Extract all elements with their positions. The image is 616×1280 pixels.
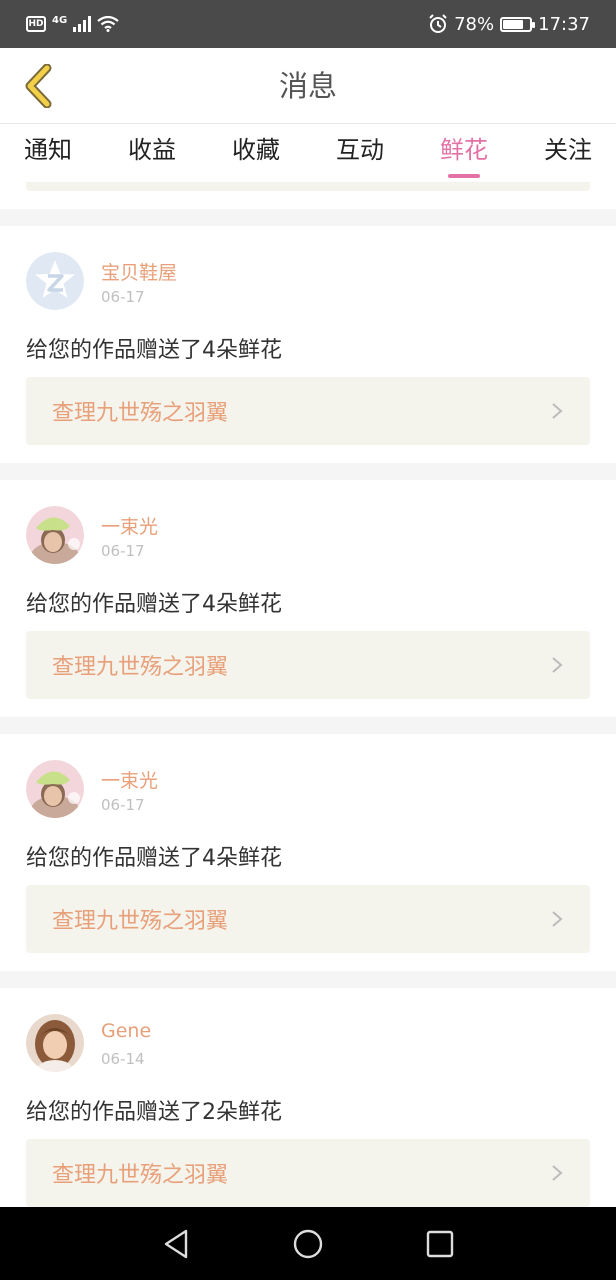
system-nav-bar [0, 1207, 616, 1280]
battery-level [503, 19, 523, 29]
message-date: 06-14 [101, 1050, 145, 1068]
message-date: 06-17 [101, 288, 145, 306]
book-link[interactable]: 查理九世殇之羽翼 [26, 1139, 590, 1207]
network-type: 4G [52, 14, 68, 26]
message-list[interactable]: 宝贝鞋屋 06-17 给您的作品赠送了4朵鲜花 查理九世殇之羽翼 一束光 06-… [0, 182, 616, 1207]
list-item-partial [0, 182, 616, 209]
sender-name[interactable]: 一束光 [101, 512, 158, 539]
status-bar: HD 4G 78% 17:37 [0, 0, 616, 48]
girl-green-hat-avatar[interactable] [26, 506, 84, 564]
tab-notice[interactable]: 通知 [24, 124, 72, 182]
wifi-icon [97, 16, 119, 32]
book-link-partial[interactable] [26, 182, 590, 191]
avatar-image [26, 1014, 84, 1072]
avatar-image [26, 252, 84, 310]
avatar-image [26, 506, 84, 564]
book-title: 查理九世殇之羽翼 [52, 401, 229, 426]
book-link[interactable]: 查理九世殇之羽翼 [26, 885, 590, 953]
chevron-right-icon [552, 657, 563, 673]
nav-back-button[interactable] [156, 1224, 196, 1264]
battery-percent: 78% [454, 13, 495, 35]
tab-favorites[interactable]: 收藏 [232, 124, 280, 182]
sender-name[interactable]: 宝贝鞋屋 [101, 258, 177, 285]
back-triangle-icon [164, 1229, 188, 1258]
list-item: Gene 06-14 给您的作品赠送了2朵鲜花 查理九世殇之羽翼 [0, 988, 616, 1207]
girl-green-hat-avatar[interactable] [26, 760, 84, 818]
book-link[interactable]: 查理九世殇之羽翼 [26, 377, 590, 445]
back-button[interactable] [14, 62, 62, 110]
message-date: 06-17 [101, 542, 145, 560]
hd-icon: HD [26, 16, 46, 32]
qq-default-avatar[interactable] [26, 252, 84, 310]
nav-recents-button[interactable] [420, 1224, 460, 1264]
book-title: 查理九世殇之羽翼 [52, 655, 229, 680]
chevron-right-icon [552, 911, 563, 927]
header: 消息 [0, 48, 616, 124]
list-item: 宝贝鞋屋 06-17 给您的作品赠送了4朵鲜花 查理九世殇之羽翼 [0, 226, 616, 463]
recents-square-icon [426, 1230, 454, 1257]
sender-name[interactable]: 一束光 [101, 766, 158, 793]
tab-bar: 通知 收益 收藏 互动 鲜花 关注 [0, 124, 616, 182]
message-text: 给您的作品赠送了2朵鲜花 [26, 1100, 282, 1125]
page-title: 消息 [278, 69, 337, 103]
book-title: 查理九世殇之羽翼 [52, 1163, 229, 1188]
message-text: 给您的作品赠送了4朵鲜花 [26, 592, 282, 617]
chevron-left-icon [25, 64, 52, 108]
status-left: HD 4G [26, 14, 119, 32]
message-text: 给您的作品赠送了4朵鲜花 [26, 846, 282, 871]
tab-interaction[interactable]: 互动 [336, 124, 384, 182]
tab-follow[interactable]: 关注 [544, 124, 592, 182]
sender-name[interactable]: Gene [101, 1020, 151, 1042]
list-item: 一束光 06-17 给您的作品赠送了4朵鲜花 查理九世殇之羽翼 [0, 734, 616, 971]
battery-icon [500, 16, 536, 32]
avatar-image [26, 760, 84, 818]
clock: 17:37 [538, 13, 590, 35]
status-right: 78% 17:37 [428, 14, 590, 35]
signal-icon [73, 16, 92, 32]
chevron-right-icon [552, 1165, 563, 1181]
book-title: 查理九世殇之羽翼 [52, 909, 229, 934]
chevron-right-icon [552, 403, 563, 419]
tab-earnings[interactable]: 收益 [128, 124, 176, 182]
home-circle-icon [293, 1229, 323, 1258]
tab-flowers[interactable]: 鲜花 [440, 124, 488, 182]
alarm-icon [429, 14, 447, 33]
message-date: 06-17 [101, 796, 145, 814]
nav-home-button[interactable] [288, 1224, 328, 1264]
message-text: 给您的作品赠送了4朵鲜花 [26, 338, 282, 363]
book-link[interactable]: 查理九世殇之羽翼 [26, 631, 590, 699]
list-item: 一束光 06-17 给您的作品赠送了4朵鲜花 查理九世殇之羽翼 [0, 480, 616, 717]
girl-photo-avatar[interactable] [26, 1014, 84, 1072]
